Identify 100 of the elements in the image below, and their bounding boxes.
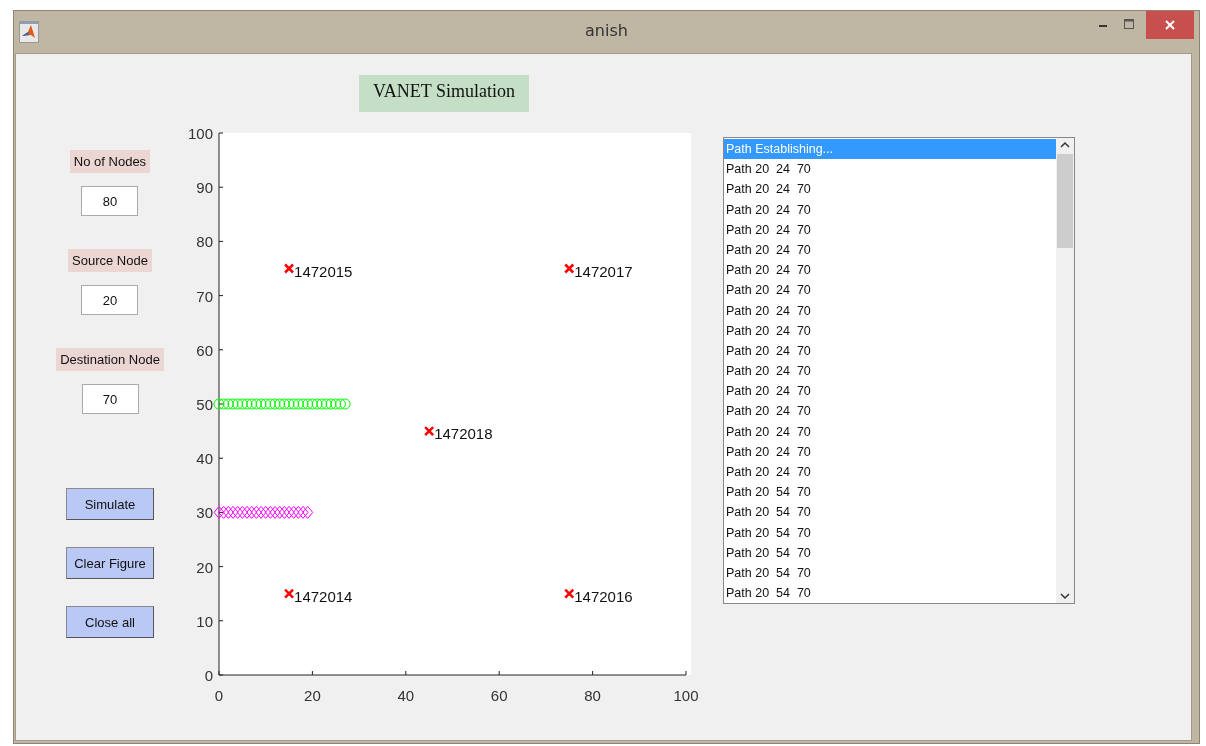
- y-tick-label: 30: [196, 504, 213, 522]
- list-item[interactable]: Path 20 24 70: [724, 421, 1056, 442]
- list-item[interactable]: Path 20 24 70: [724, 361, 1056, 382]
- diamond-marker: [246, 505, 258, 519]
- field-label: No of Nodes: [69, 150, 151, 173]
- node-label: 1472017: [574, 262, 633, 280]
- maximize-icon: [1124, 19, 1134, 29]
- action-button[interactable]: Close all: [66, 606, 154, 638]
- circle-marker: [292, 398, 304, 410]
- list-item[interactable]: Path 20 24 70: [724, 340, 1056, 362]
- list-item[interactable]: Path 20 24 70: [724, 260, 1056, 281]
- circle-marker: [255, 398, 267, 410]
- diamond-marker: [288, 505, 300, 519]
- node-marker: [283, 588, 295, 599]
- x-tick-label: 0: [214, 687, 224, 704]
- node-marker: [283, 263, 295, 274]
- circle-marker: [250, 398, 262, 410]
- circle-marker: [334, 398, 346, 410]
- y-tick-label: 90: [196, 179, 213, 197]
- close-button[interactable]: [1146, 11, 1194, 39]
- input-field[interactable]: 80: [81, 186, 139, 216]
- list-item[interactable]: Path 20 54 70: [724, 562, 1056, 584]
- close-icon: [1165, 20, 1175, 30]
- y-tick-label: 20: [196, 558, 213, 576]
- circle-marker: [306, 398, 318, 410]
- circle-marker: [274, 398, 286, 410]
- diamond-marker: [292, 505, 304, 519]
- list-item[interactable]: Path 20 54 70: [724, 522, 1056, 543]
- x-tick-label: 60: [490, 687, 508, 704]
- list-item[interactable]: Path 20 24 70: [724, 239, 1056, 261]
- diamond-marker: [227, 505, 239, 519]
- x-tick-label: 20: [304, 687, 321, 704]
- list-item[interactable]: Path 20 24 70: [724, 199, 1056, 220]
- x-tick-label: 80: [584, 687, 601, 704]
- node-marker: [564, 263, 575, 274]
- y-tick-label: 40: [196, 450, 213, 468]
- x-tick-label: 100: [673, 687, 699, 704]
- window-title: anish: [585, 21, 628, 40]
- circle-marker: [325, 398, 337, 410]
- list-item[interactable]: Path 20 24 70: [724, 381, 1056, 402]
- diamond-marker: [222, 505, 234, 519]
- list-item[interactable]: Path 20 54 70: [724, 502, 1056, 523]
- list-item[interactable]: Path 20 24 70: [724, 462, 1056, 483]
- list-item[interactable]: Path 20 54 70: [724, 482, 1056, 503]
- input-field[interactable]: 70: [81, 384, 139, 414]
- circle-marker: [288, 398, 300, 410]
- list-item[interactable]: Path 20 24 70: [724, 219, 1056, 240]
- circle-marker: [339, 398, 351, 410]
- action-button[interactable]: Clear Figure: [66, 547, 154, 579]
- diamond-marker: [260, 505, 272, 519]
- diamond-marker: [213, 505, 225, 519]
- diamond-marker: [269, 505, 281, 519]
- circle-marker: [311, 398, 323, 410]
- circle-marker: [278, 398, 290, 410]
- list-item[interactable]: Path 20 54 70: [724, 542, 1056, 563]
- circle-marker: [232, 398, 244, 410]
- diamond-marker: [250, 505, 262, 519]
- circle-marker: [227, 398, 239, 410]
- y-tick-label: 80: [196, 233, 213, 251]
- diamond-marker: [302, 505, 314, 519]
- circle-marker: [283, 398, 295, 410]
- y-tick-label: 0: [204, 667, 213, 684]
- circle-marker: [297, 398, 309, 410]
- input-field[interactable]: 20: [81, 285, 139, 315]
- list-item[interactable]: Path 20 24 70: [724, 159, 1056, 180]
- x-tick-label: 40: [397, 687, 415, 704]
- node-marker: [423, 425, 435, 437]
- heading-label: VANET Simulation: [359, 75, 529, 112]
- path-listbox[interactable]: [723, 137, 1075, 604]
- list-item[interactable]: Path 20 24 70: [724, 320, 1056, 341]
- diamond-marker: [297, 505, 309, 519]
- diamond-marker: [274, 505, 286, 519]
- diamond-marker: [218, 505, 230, 519]
- circle-marker: [218, 398, 230, 410]
- node-label: 1472018: [434, 425, 493, 443]
- node-label: 1472015: [294, 262, 353, 280]
- list-item[interactable]: Path 20 24 70: [724, 280, 1056, 301]
- circle-marker: [330, 398, 342, 410]
- circle-marker: [269, 398, 281, 410]
- node-marker: [564, 588, 575, 599]
- diamond-marker: [278, 505, 290, 519]
- diamond-marker: [232, 505, 244, 519]
- circle-marker: [302, 398, 314, 410]
- y-tick-label: 70: [196, 287, 213, 305]
- app-icon: [19, 21, 39, 43]
- circle-marker: [213, 398, 225, 410]
- circle-marker: [236, 398, 248, 410]
- diamond-marker: [241, 505, 253, 519]
- list-item[interactable]: Path 20 24 70: [724, 179, 1056, 200]
- list-item[interactable]: Path 20 24 70: [724, 300, 1056, 321]
- diamond-marker: [236, 505, 248, 519]
- list-item[interactable]: Path 20 24 70: [724, 441, 1056, 462]
- diamond-marker: [283, 505, 295, 519]
- action-button[interactable]: Simulate: [66, 488, 154, 520]
- node-label: 1472014: [294, 587, 353, 605]
- list-item[interactable]: Path 20 24 70: [724, 401, 1056, 422]
- list-item[interactable]: Path 20 54 70: [724, 583, 1056, 603]
- scrollbar-thumb[interactable]: [1057, 154, 1073, 248]
- scrollbar[interactable]: [1056, 138, 1074, 603]
- y-tick-label: 100: [187, 125, 213, 142]
